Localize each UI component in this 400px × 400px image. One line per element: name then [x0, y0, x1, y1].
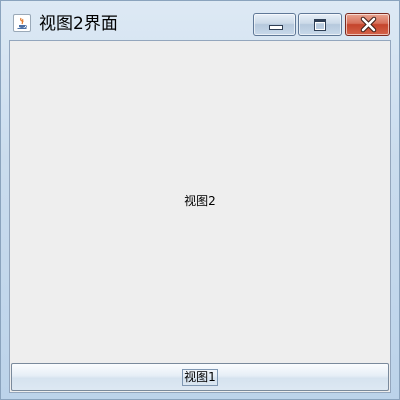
maximize-icon: [314, 19, 326, 31]
view1-button[interactable]: 视图1: [11, 363, 389, 391]
title-bar[interactable]: 视图2界面: [1, 1, 399, 41]
view1-button-label: 视图1: [182, 368, 218, 386]
close-icon: [360, 16, 377, 33]
minimize-icon: [269, 25, 283, 30]
maximize-button[interactable]: [298, 13, 342, 36]
content-panel: 视图2 视图1: [9, 40, 391, 393]
java-cup-icon[interactable]: [13, 14, 31, 32]
app-window: 视图2界面 视图2 视图1: [0, 0, 400, 400]
window-title: 视图2界面: [39, 14, 118, 34]
close-button[interactable]: [345, 13, 390, 36]
minimize-button[interactable]: [253, 13, 296, 36]
view2-label: 视图2: [184, 194, 216, 208]
